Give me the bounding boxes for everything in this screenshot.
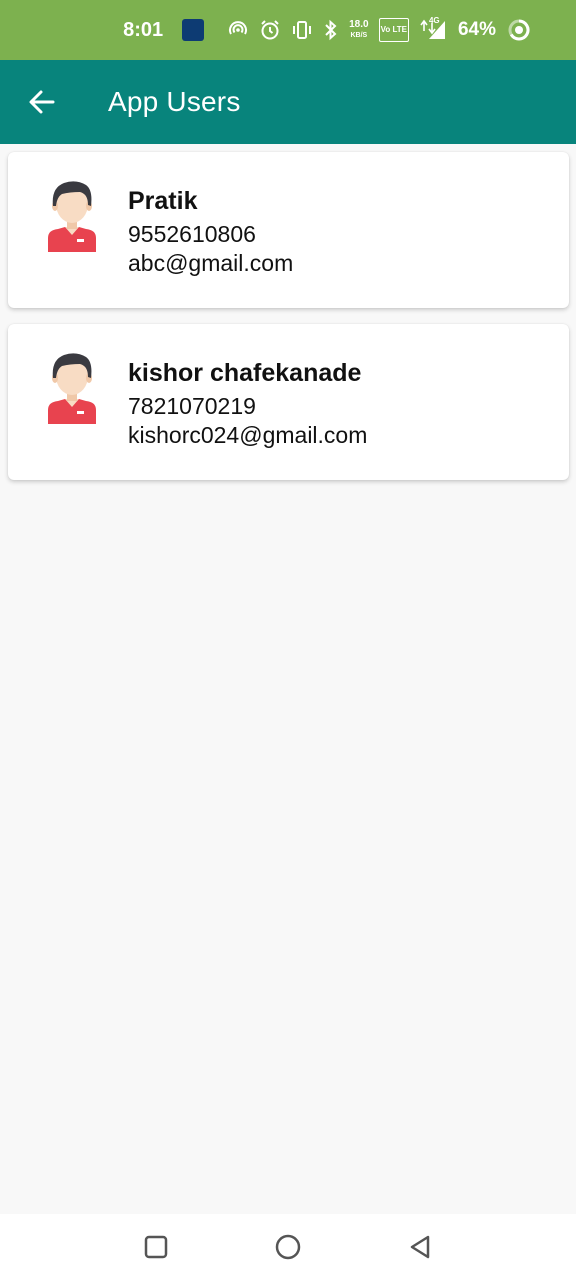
status-bar: 8:01 18.0 KB/S Vo LTE 4G 64%	[0, 0, 576, 60]
app-bar: App Users	[0, 60, 576, 144]
user-avatar-icon	[48, 353, 96, 424]
arrow-left-icon	[29, 90, 55, 114]
user-avatar-icon	[48, 181, 96, 252]
network-speed-unit: KB/S	[350, 31, 368, 39]
recents-square-icon	[144, 1235, 168, 1259]
bluetooth-icon	[323, 18, 339, 42]
user-name: Pratik	[128, 187, 198, 215]
page-title: App Users	[108, 86, 241, 117]
network-speed-value: 18.0	[349, 18, 369, 30]
user-card[interactable]: kishor chafekanade 7821070219 kishorc024…	[8, 324, 569, 480]
recents-button[interactable]	[116, 1214, 196, 1280]
vibrate-icon	[291, 18, 313, 42]
network-speed: 18.0 KB/S	[349, 18, 368, 42]
back-triangle-icon	[410, 1235, 430, 1259]
hotspot-icon	[227, 18, 249, 42]
user-email: abc@gmail.com	[128, 250, 294, 276]
nav-back-button[interactable]	[380, 1214, 460, 1280]
alarm-icon	[259, 18, 281, 42]
volte-icon: Vo LTE	[378, 18, 409, 42]
home-circle-icon	[275, 1234, 301, 1260]
system-nav-bar	[0, 1214, 576, 1280]
user-phone: 9552610806	[128, 221, 256, 247]
app-notification-icon	[182, 19, 205, 41]
home-button[interactable]	[248, 1214, 328, 1280]
status-time: 8:01	[123, 18, 164, 41]
user-phone: 7821070219	[128, 393, 256, 419]
user-name: kishor chafekanade	[128, 359, 362, 387]
user-email: kishorc024@gmail.com	[128, 422, 368, 448]
back-button[interactable]	[0, 60, 84, 144]
network-type: 4G	[428, 16, 440, 25]
battery-icon	[507, 18, 531, 42]
battery-percent: 64%	[457, 19, 496, 40]
user-card[interactable]: Pratik 9552610806 abc@gmail.com	[8, 152, 569, 308]
signal-icon: 4G	[419, 16, 447, 42]
